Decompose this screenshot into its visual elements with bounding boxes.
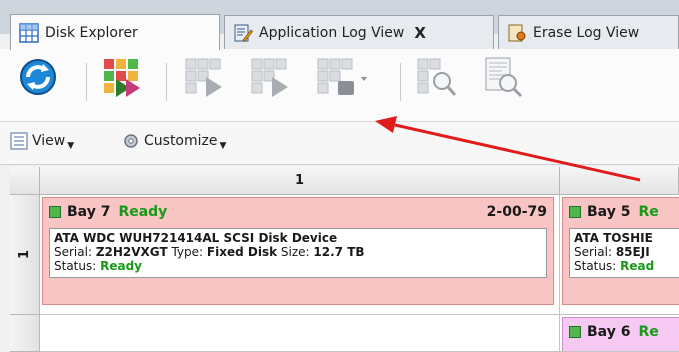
disk-card[interactable]: ATA TOSHIE Serial: 85EJI Status: Read [569, 228, 679, 278]
grid-icon [19, 22, 39, 43]
bay-status: Re [638, 324, 659, 340]
bay-grid: 1 1 Bay 7 Ready 2-00-79 ATA WDC WUH72141… [10, 167, 679, 352]
bay-status-indicator [569, 326, 581, 338]
main-toolbar [0, 49, 679, 121]
chevron-down-icon [361, 77, 367, 81]
grid-corner [10, 167, 40, 195]
view-list-icon [10, 132, 28, 150]
gear-icon [124, 134, 138, 148]
tab-application-log-view[interactable]: Application Log View X [224, 15, 494, 49]
close-icon[interactable]: X [414, 24, 426, 42]
view-bar: View ▼ Customize ▼ [0, 121, 679, 165]
bay-card[interactable]: Bay 5 Re ATA TOSHIE Serial: 85EJI Status… [562, 197, 679, 305]
bay-card[interactable]: Bay 6 Re [562, 317, 679, 351]
customize-menu-button[interactable]: Customize ▼ [122, 132, 227, 151]
disk-status: Ready [100, 259, 142, 273]
bay-name: Bay 6 [587, 324, 631, 340]
grid-cell [40, 315, 560, 352]
erase-log-icon [507, 23, 527, 43]
toolbar-separator [166, 63, 167, 101]
erase-options-button[interactable] [314, 55, 372, 99]
erase-all-button[interactable] [100, 55, 144, 99]
toolbar-separator [400, 63, 401, 101]
tab-erase-log-view[interactable]: Erase Log View [498, 15, 679, 49]
refresh-button[interactable] [16, 55, 60, 99]
tab-disk-explorer[interactable]: Disk Explorer [10, 14, 220, 50]
tab-label: Erase Log View [533, 24, 640, 41]
row-header [10, 315, 40, 352]
tab-bar: Disk Explorer Application Log View X Era… [0, 0, 679, 50]
disk-name: ATA TOSHIE [574, 231, 653, 245]
customize-label: Customize [144, 133, 218, 149]
report-button[interactable] [480, 55, 524, 99]
disk-name: ATA WDC WUH721414AL SCSI Disk Device [54, 231, 338, 245]
row-header: 1 [10, 195, 40, 315]
grid-cell: Bay 6 Re [560, 315, 679, 352]
disk-type: Fixed Disk [206, 245, 278, 259]
find-icon [417, 58, 457, 96]
bay-status: Ready [118, 204, 168, 220]
tab-label: Application Log View [259, 24, 405, 41]
log-edit-icon [233, 23, 254, 43]
bay-card[interactable]: Bay 7 Ready 2-00-79 ATA WDC WUH721414AL … [42, 197, 554, 305]
bay-status: Re [638, 204, 659, 220]
column-header: 1 [40, 167, 560, 195]
disk-card[interactable]: ATA WDC WUH721414AL SCSI Disk Device Ser… [49, 228, 547, 278]
disk-serial: 85EJI [615, 245, 650, 259]
disk-size: 12.7 TB [313, 245, 365, 259]
erase-all-icon [104, 59, 140, 97]
column-header [560, 167, 679, 195]
disk-serial: Z2H2VXGT [95, 245, 168, 259]
report-icon [485, 57, 523, 98]
find-button[interactable] [414, 55, 458, 99]
bay-status-indicator [49, 206, 61, 218]
chevron-down-icon: ▼ [67, 141, 75, 151]
grid-cell: Bay 5 Re ATA TOSHIE Serial: 85EJI Status… [560, 195, 679, 315]
erase-selected-button[interactable] [182, 55, 226, 99]
erase-options-icon [317, 58, 367, 95]
tab-label: Disk Explorer [45, 24, 138, 41]
bay-status-indicator [569, 206, 581, 218]
toolbar-separator [86, 63, 87, 101]
disk-status: Read [620, 259, 655, 273]
grid-cell: Bay 7 Ready 2-00-79 ATA WDC WUH721414AL … [40, 195, 560, 315]
bay-name: Bay 7 [67, 204, 111, 220]
bay-name: Bay 5 [587, 204, 631, 220]
bay-code: 2-00-79 [486, 204, 547, 220]
erase-next-icon [251, 58, 288, 97]
chevron-down-icon: ▼ [219, 141, 227, 151]
view-label: View [32, 133, 66, 149]
erase-selected-icon [185, 58, 222, 97]
refresh-icon [20, 59, 56, 95]
view-menu-button[interactable]: View ▼ [10, 132, 75, 151]
erase-next-button[interactable] [248, 55, 292, 99]
